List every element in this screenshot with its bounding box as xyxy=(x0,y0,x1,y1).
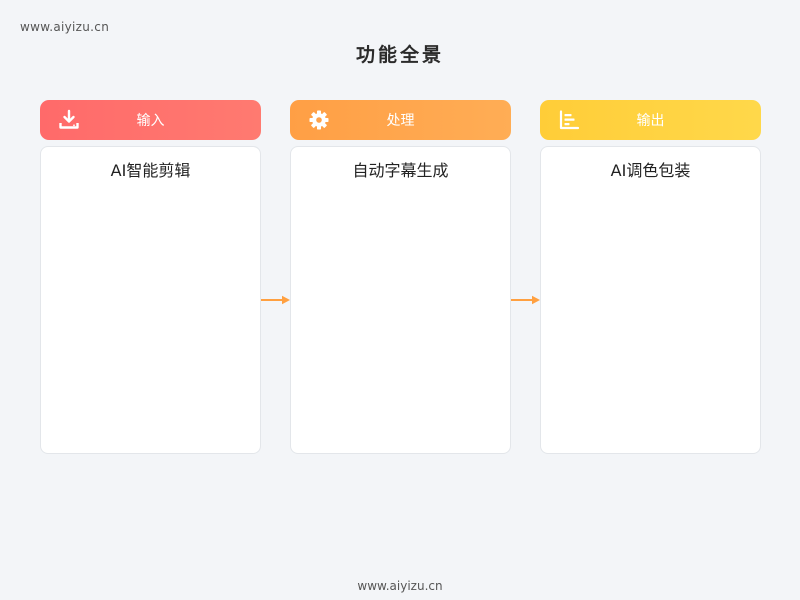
page-title: 功能全景 xyxy=(355,44,444,66)
gear-icon xyxy=(309,110,329,130)
column-output: 输出 AI调色包装 xyxy=(540,100,761,454)
column-process: 处理 自动字幕生成 xyxy=(290,100,511,454)
column-header-label: 处理 xyxy=(386,113,415,129)
step-title: AI调色包装 xyxy=(610,161,691,180)
column-header-process: 处理 xyxy=(290,100,511,140)
column-body-process: 自动字幕生成 xyxy=(290,146,511,454)
column-input: 输入 AI智能剪辑 xyxy=(40,100,261,454)
arrow-connector xyxy=(261,295,290,305)
column-header-label: 输入 xyxy=(136,113,165,129)
watermark-bottom: www.aiyizu.cn xyxy=(357,579,443,593)
column-body-output: AI调色包装 xyxy=(540,146,761,454)
column-header-label: 输出 xyxy=(636,113,665,129)
column-header-input: 输入 xyxy=(40,100,261,140)
step-title: 自动字幕生成 xyxy=(352,161,449,180)
watermark-top: www.aiyizu.cn xyxy=(20,20,110,34)
download-icon xyxy=(59,109,79,129)
chart-icon xyxy=(559,110,580,130)
arrow-connector xyxy=(511,295,540,305)
column-header-output: 输出 xyxy=(540,100,761,140)
column-body-input: AI智能剪辑 xyxy=(40,146,261,454)
step-title: AI智能剪辑 xyxy=(110,161,191,180)
